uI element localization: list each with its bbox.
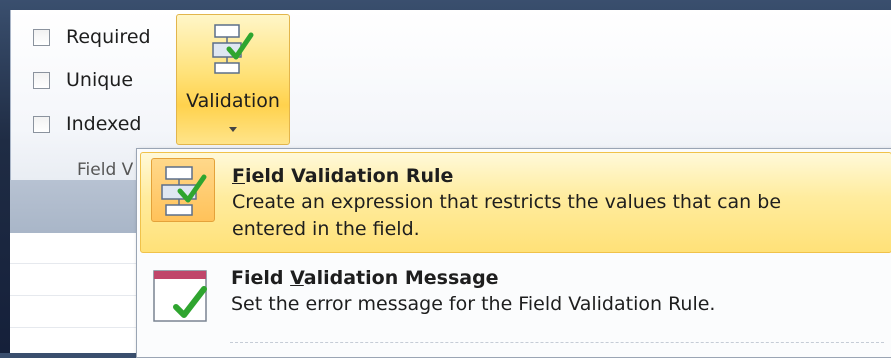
validation-button[interactable]: Validation [176,14,290,145]
grid-line [10,327,140,328]
grid-line [10,263,140,264]
menu-item-description: Create an expression that restricts the … [232,191,782,240]
group-label: Field V [77,160,134,180]
dropdown-arrow-icon [229,127,237,132]
validation-dropdown-menu: Field Validation Rule Create an expressi… [136,148,891,358]
indexed-label: Indexed [66,113,142,135]
grid-line [10,295,140,296]
menu-item-field-validation-rule[interactable]: Field Validation Rule Create an expressi… [140,152,891,253]
indexed-checkbox[interactable]: Indexed [33,109,141,139]
unique-checkbox[interactable]: Unique [33,65,133,95]
validation-rule-icon [151,158,215,222]
validation-icon [212,24,254,74]
indexed-checkbox-box[interactable] [33,115,50,133]
required-checkbox[interactable]: Required [33,22,151,52]
unique-checkbox-box[interactable] [33,71,50,89]
menu-item-title: Field Validation Rule [232,165,454,187]
validation-message-icon [150,265,214,329]
menu-separator [230,342,884,343]
menu-item-description: Set the error message for the Field Vali… [231,293,716,315]
validation-label: Validation [186,90,280,112]
unique-label: Unique [66,69,134,91]
required-checkbox-box[interactable] [33,28,50,46]
menu-item-title: Field Validation Message [231,267,499,289]
menu-item-field-validation-message[interactable]: Field Validation Message Set the error m… [140,257,891,347]
required-label: Required [66,26,151,48]
